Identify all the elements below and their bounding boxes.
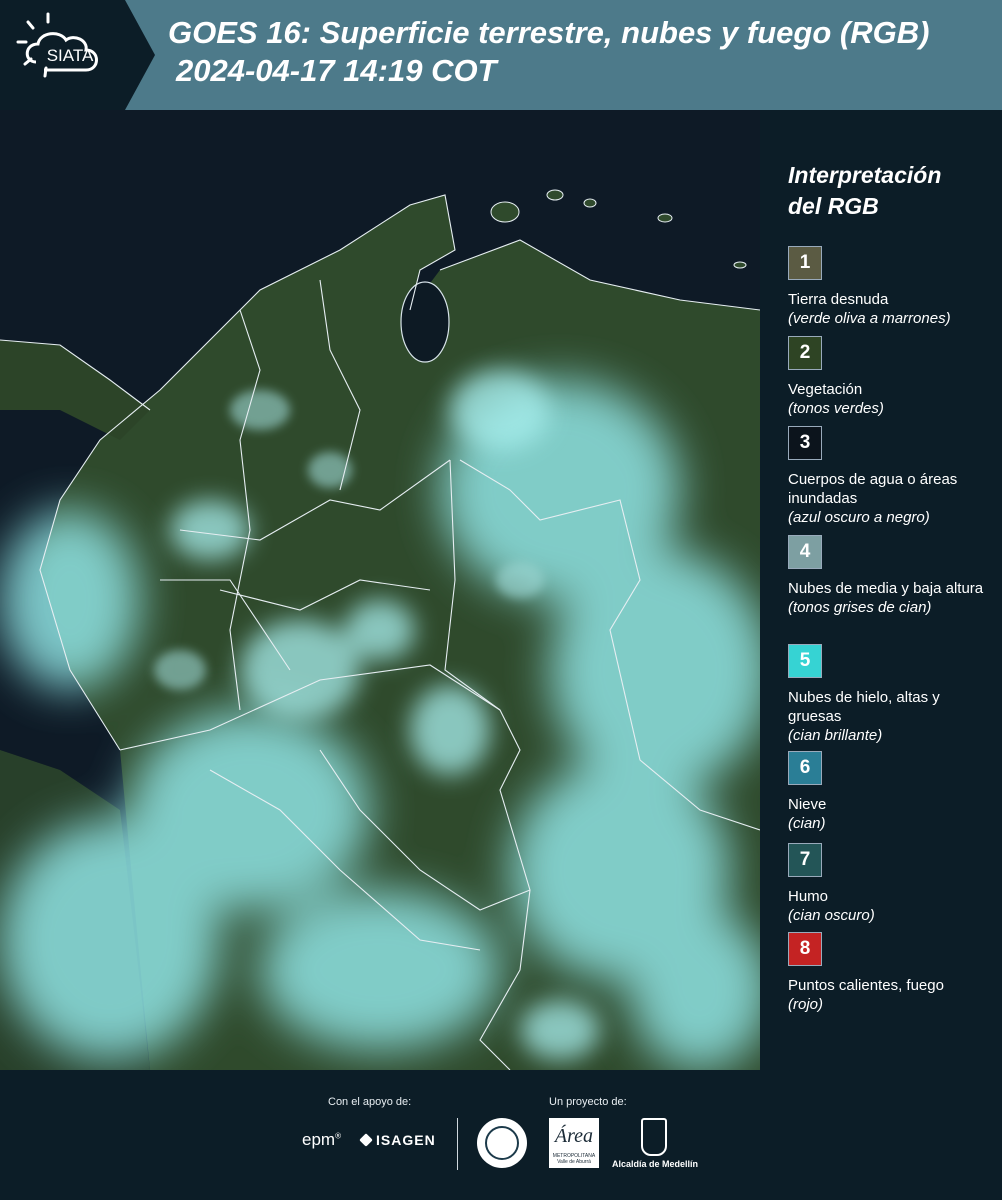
legend-swatch-2: 2 bbox=[788, 336, 822, 370]
legend-swatch-6: 6 bbox=[788, 751, 822, 785]
legend-note-4: (tonos grises de cian) bbox=[788, 599, 932, 616]
footer-divider bbox=[457, 1118, 458, 1170]
legend-swatch-1: 1 bbox=[788, 246, 822, 280]
area-logo-text: Área bbox=[554, 1125, 594, 1147]
legend-label-4: Nubes de media y baja altura bbox=[788, 580, 984, 597]
legend-label-7: Humo bbox=[788, 888, 829, 905]
epm-logo-text: epm bbox=[302, 1130, 336, 1149]
title-line-1: GOES 16: Superficie terrestre, nubes y f… bbox=[168, 15, 930, 50]
legend-item-snow: 6 Nieve (cian) bbox=[788, 751, 993, 833]
legend-note-5: (cian brillante) bbox=[788, 727, 883, 744]
legend-note-1: (verde oliva a marrones) bbox=[788, 310, 951, 327]
legend-swatch-8: 8 bbox=[788, 932, 822, 966]
header: SIATA GOES 16: Superficie terrestre, nub… bbox=[0, 0, 1002, 110]
title-timestamp: 2024-04-17 14:19 COT bbox=[176, 53, 497, 88]
legend-item-bare-soil: 1 Tierra desnuda (verde oliva a marrones… bbox=[788, 246, 993, 328]
legend-item-water: 3 Cuerpos de agua o áreas inundadas (azu… bbox=[788, 426, 993, 527]
legend-note-2: (tonos verdes) bbox=[788, 400, 884, 417]
page-title: GOES 16: Superficie terrestre, nubes y f… bbox=[168, 14, 929, 90]
area-metropolitana-logo[interactable]: Área METROPOLITANA Valle de Aburrá bbox=[549, 1118, 599, 1168]
footer: Con el apoyo de: Un proyecto de: epm® IS… bbox=[0, 1070, 1002, 1200]
legend-item-fire: 8 Puntos calientes, fuego (rojo) bbox=[788, 932, 993, 1014]
university-seal-logo[interactable] bbox=[477, 1118, 527, 1168]
legend-label-1: Tierra desnuda bbox=[788, 291, 889, 308]
isagen-logo-text: ISAGEN bbox=[376, 1132, 436, 1148]
legend-swatch-5: 5 bbox=[788, 644, 822, 678]
legend-note-6: (cian) bbox=[788, 815, 826, 832]
legend-label-6: Nieve bbox=[788, 796, 827, 813]
isagen-mark-icon bbox=[359, 1133, 373, 1147]
siata-logo-text: SIATA bbox=[47, 46, 94, 65]
isagen-logo[interactable]: ISAGEN bbox=[359, 1132, 436, 1148]
legend-label-2: Vegetación bbox=[788, 381, 863, 398]
legend-swatch-3: 3 bbox=[788, 426, 822, 460]
legend-note-8: (rojo) bbox=[788, 996, 824, 1013]
legend-swatch-4: 4 bbox=[788, 535, 822, 569]
medellin-shield-icon[interactable] bbox=[641, 1118, 667, 1156]
epm-logo[interactable]: epm® bbox=[302, 1130, 341, 1150]
legend-label-5: Nubes de hielo, altas y gruesas bbox=[788, 689, 940, 725]
legend-label-8: Puntos calientes, fuego bbox=[788, 977, 944, 994]
project-label: Un proyecto de: bbox=[549, 1096, 627, 1108]
siata-logo[interactable]: SIATA bbox=[0, 0, 155, 110]
legend-item-low-clouds: 4 Nubes de media y baja altura (tonos gr… bbox=[788, 535, 993, 617]
medellin-logo-text: Alcaldía de Medellín bbox=[612, 1159, 699, 1169]
legend-note-7: (cian oscuro) bbox=[788, 907, 875, 924]
legend-item-smoke: 7 Humo (cian oscuro) bbox=[788, 843, 993, 925]
legend-title-line-2: del RGB bbox=[788, 193, 879, 219]
satellite-map-graphic bbox=[0, 110, 760, 1070]
legend-title: Interpretación del RGB bbox=[788, 160, 941, 222]
seal-ring-icon bbox=[485, 1126, 519, 1160]
legend-label-3: Cuerpos de agua o áreas inundadas bbox=[788, 471, 958, 507]
satellite-map[interactable] bbox=[0, 110, 760, 1070]
legend-note-3: (azul oscuro a negro) bbox=[788, 509, 930, 526]
legend-title-line-1: Interpretación bbox=[788, 162, 942, 188]
area-logo-subtext: METROPOLITANA Valle de Aburrá bbox=[552, 1153, 596, 1165]
legend-panel: Interpretación del RGB 1 Tierra desnuda … bbox=[760, 110, 1002, 1070]
support-label: Con el apoyo de: bbox=[328, 1096, 412, 1108]
legend-item-vegetation: 2 Vegetación (tonos verdes) bbox=[788, 336, 993, 418]
legend-swatch-7: 7 bbox=[788, 843, 822, 877]
legend-item-ice-clouds: 5 Nubes de hielo, altas y gruesas (cian … bbox=[788, 644, 993, 745]
